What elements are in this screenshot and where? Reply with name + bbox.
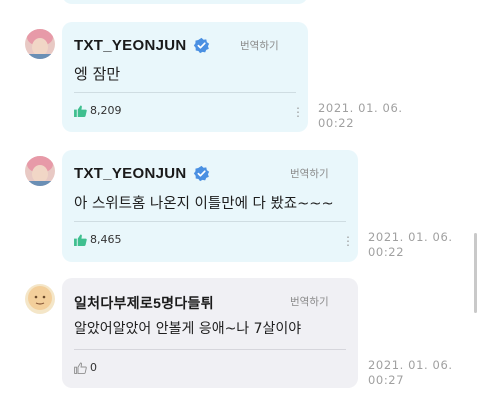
timestamp-time: 00:22 [368,245,405,259]
author-name[interactable]: TXT_YEONJUN [74,165,187,182]
timestamp-date: 2021. 01. 06. [368,358,453,372]
message-text: 아 스위트홈 나온지 이틀만에 다 봤죠~~~ [74,196,334,212]
timestamp: 2021. 01. 06. 00:22 [368,230,453,260]
translate-button[interactable]: 번역하기 [290,166,329,181]
timestamp: 2021. 01. 06. 00:22 [318,101,403,131]
verified-badge-icon [193,165,210,182]
message-text: 엥 잠만 [74,65,121,83]
divider [74,92,296,93]
author-name[interactable]: TXT_YEONJUN [74,37,187,54]
like-count: 8,209 [90,104,122,117]
timestamp-time: 00:22 [318,116,355,130]
translate-button[interactable]: 번역하기 [290,294,329,309]
previous-message-bubble [62,0,308,4]
avatar[interactable] [25,29,55,59]
like-count: 8,465 [90,233,122,246]
message-text: 알았어알았어 안볼게 응애~나 7살이야 [74,321,302,337]
timestamp-date: 2021. 01. 06. [318,101,403,115]
avatar[interactable] [25,156,55,186]
more-vertical-icon[interactable]: ⋮ [292,106,304,118]
message-bubble: TXT_YEONJUN 번역하기 엥 잠만 8,209 ⋮ [62,22,308,132]
timestamp-date: 2021. 01. 06. [368,230,453,244]
timestamp: 2021. 01. 06. 00:27 [368,358,453,388]
thumbs-up-filled-icon [74,104,87,117]
message-bubble: 일처다부제로5명다들튀 번역하기 알았어알았어 안볼게 응애~나 7살이야 0 [62,278,358,388]
like-button[interactable]: 8,209 [74,104,122,117]
author-name[interactable]: 일처다부제로5명다들튀 [74,293,214,313]
divider [74,349,346,350]
timestamp-time: 00:27 [368,373,405,387]
divider [74,221,346,222]
avatar[interactable] [25,284,55,314]
scrollbar[interactable] [474,233,477,313]
more-vertical-icon[interactable]: ⋮ [342,235,354,247]
like-button[interactable]: 8,465 [74,233,122,246]
translate-button[interactable]: 번역하기 [240,38,279,53]
like-button[interactable]: 0 [74,361,97,374]
thumbs-up-outline-icon [74,361,87,374]
thumbs-up-filled-icon [74,233,87,246]
verified-badge-icon [193,37,210,54]
message-bubble: TXT_YEONJUN 번역하기 아 스위트홈 나온지 이틀만에 다 봤죠~~~… [62,150,358,262]
like-count: 0 [90,361,97,374]
